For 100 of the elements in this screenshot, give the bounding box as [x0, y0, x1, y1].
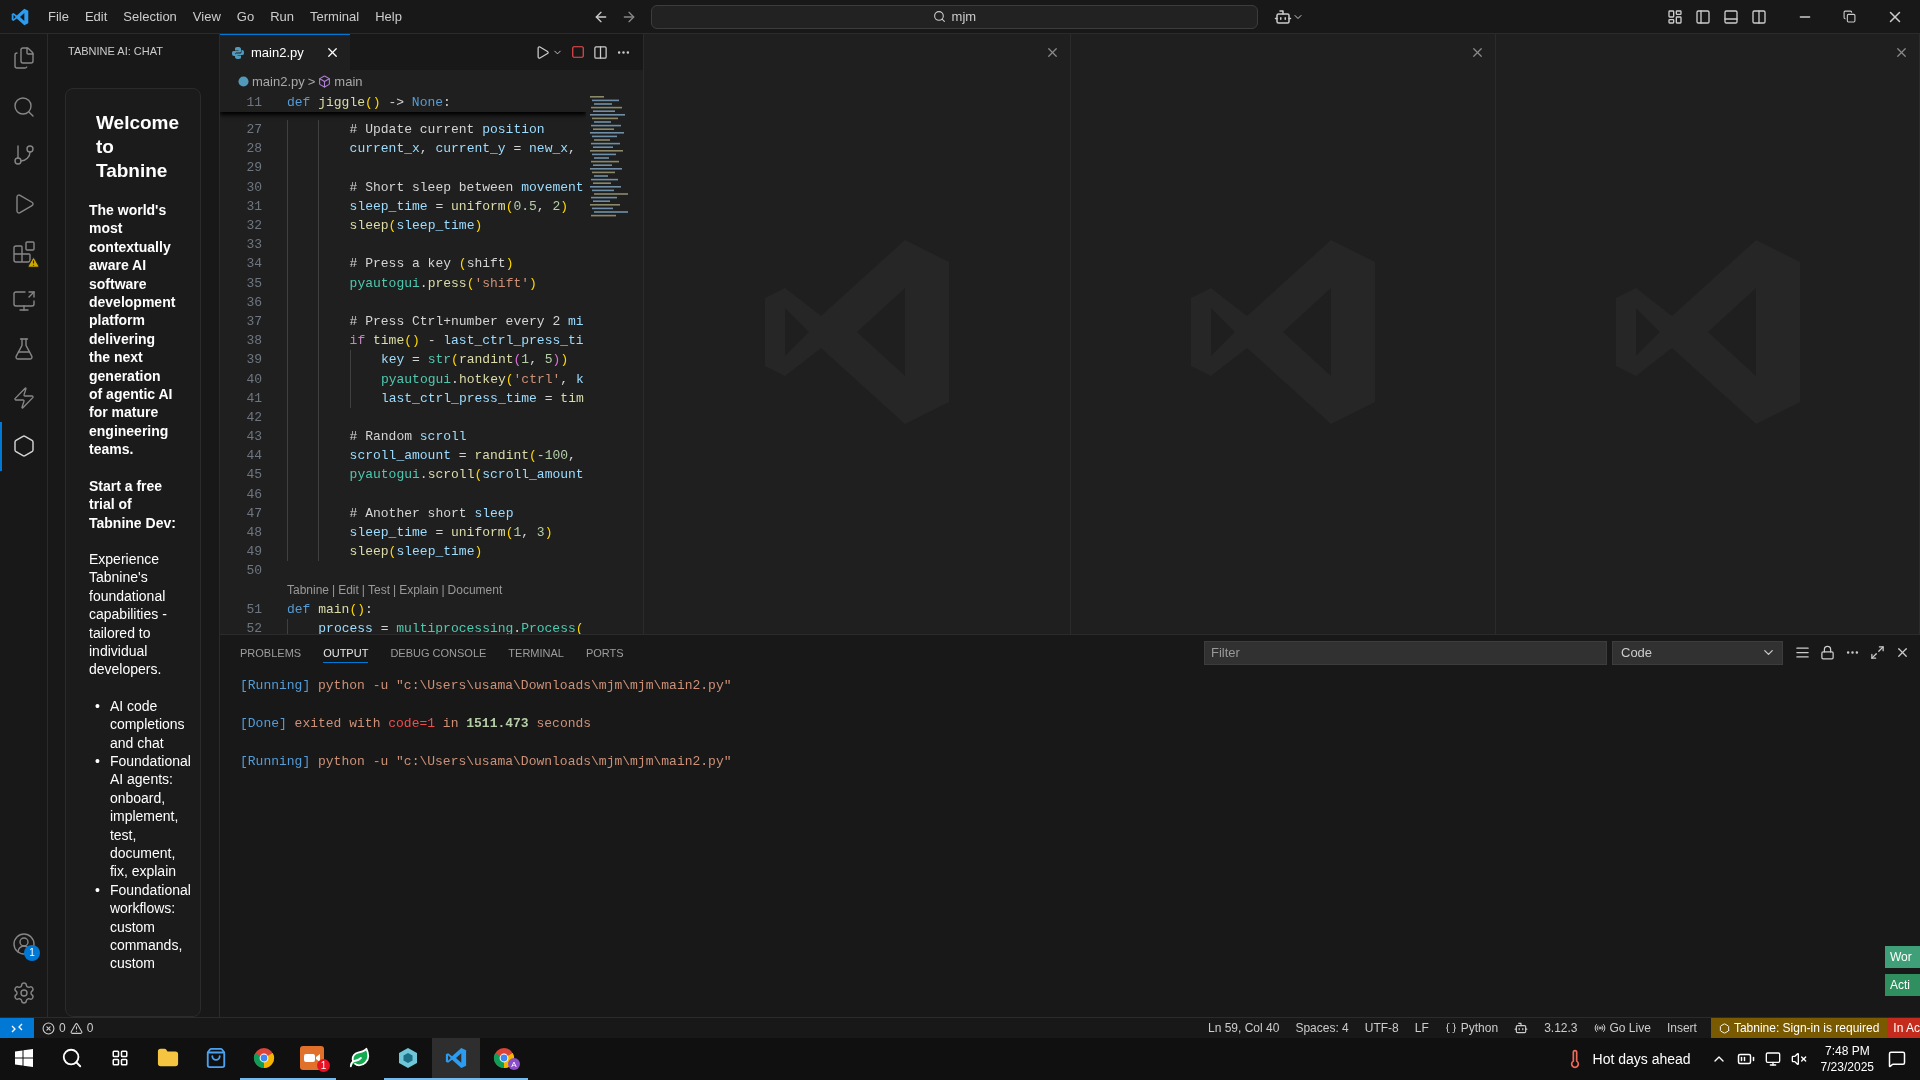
branch-icon [12, 143, 36, 168]
count-badge: 1 [317, 1059, 330, 1072]
warning-icon [69, 1021, 83, 1035]
indent-status[interactable]: Spaces: 4 [1287, 1021, 1357, 1035]
line-number: 38 [245, 333, 262, 349]
output-line: [Running] python -u "c:\Users\usama\Downloads\mjm\mjm\main2.py" [240, 753, 733, 771]
restore-icon[interactable] [1843, 10, 1856, 23]
stop-icon[interactable] [571, 45, 585, 59]
cube-icon [318, 74, 332, 88]
taskbar-app[interactable] [432, 1038, 480, 1080]
menu-item[interactable]: Terminal [302, 9, 368, 24]
lens-separator: | [441, 583, 445, 597]
code-line: def main(): [287, 601, 373, 617]
panel-tab[interactable]: PORTS [585, 642, 624, 663]
account-button[interactable]: 1 [0, 920, 48, 969]
breadcrumb-separator: > [307, 73, 316, 89]
notification-icon[interactable] [1888, 1050, 1906, 1068]
line-number: 42 [245, 409, 262, 425]
panel-tab[interactable]: PROBLEMS [240, 642, 302, 663]
status-item[interactable]: In Ac [1887, 1018, 1920, 1038]
line-number: 31 [245, 198, 262, 214]
windows-icon[interactable] [15, 1049, 33, 1067]
search-field[interactable]: mjm [650, 4, 1258, 29]
layout-icon[interactable] [1667, 8, 1683, 25]
code-line: # Another short sleep [349, 505, 514, 521]
python-icon [232, 46, 244, 59]
description-text: Experience Tabnine's foundational capabilities - tailored to individual developers. [89, 549, 168, 679]
line-number: 11 [245, 94, 262, 110]
run-icon[interactable] [535, 44, 550, 60]
search-icon [932, 10, 946, 23]
files-icon [12, 46, 36, 71]
warning-count: 0 [86, 1021, 94, 1035]
channel-select[interactable]: Code [1612, 640, 1783, 665]
list-icon[interactable] [1795, 645, 1810, 660]
menu-item[interactable]: Edit [76, 9, 116, 24]
line-number: 40 [245, 371, 262, 387]
split-icon[interactable] [1751, 8, 1767, 25]
lock-icon[interactable] [1820, 645, 1835, 660]
breadcrumb-item[interactable]: main2.py [252, 73, 305, 89]
panel-tab[interactable]: DEBUG CONSOLE [390, 642, 487, 663]
feature-item: Foundational workflows: custom commands, custom [109, 880, 192, 973]
line-number: 37 [245, 313, 262, 329]
encoding-status[interactable]: UTF-8 [1356, 1021, 1407, 1035]
language-status[interactable]: Python [1460, 1021, 1499, 1035]
close-icon[interactable] [1895, 645, 1910, 660]
codelens-link[interactable]: Test [368, 583, 390, 597]
robot-icon[interactable] [1273, 7, 1292, 26]
taskbar-app[interactable]: A [480, 1038, 528, 1080]
codelens-link[interactable]: Edit [338, 583, 359, 597]
split-icon[interactable] [593, 44, 608, 60]
breadcrumb-item[interactable]: main [334, 73, 363, 89]
code-line: # Update current position [349, 122, 545, 138]
chrome-icon [253, 1047, 275, 1069]
eol-status[interactable]: LF [1406, 1021, 1437, 1035]
code-line: # Random scroll [349, 429, 467, 445]
mode-status[interactable]: Insert [1658, 1021, 1705, 1035]
menu-item[interactable]: Run [262, 9, 302, 24]
sidebar-toggle-icon[interactable] [1695, 8, 1711, 25]
leaf-icon [349, 1047, 371, 1069]
python-version[interactable]: 3.12.3 [1536, 1021, 1586, 1035]
app-logo [11, 7, 29, 26]
line-number: 46 [245, 486, 262, 502]
chrome-icon [493, 1047, 515, 1069]
codelens-link[interactable]: Tabnine [287, 583, 330, 597]
filter-field[interactable]: Filter [1204, 640, 1607, 665]
clock[interactable]: 7:48 PM 7/23/2025 [1820, 1043, 1874, 1075]
menu-item[interactable]: Go [228, 9, 263, 24]
taskbar-app[interactable]: 1 [288, 1038, 336, 1080]
maximize-icon[interactable] [1870, 645, 1885, 660]
braces-icon [1444, 1022, 1457, 1034]
menu-item[interactable]: Selection [115, 9, 185, 24]
error-icon [42, 1021, 55, 1035]
panel-tab[interactable]: OUTPUT [323, 642, 369, 663]
notification-toast[interactable]: Acti [1885, 974, 1920, 996]
menu-item[interactable]: View [184, 9, 229, 24]
menu-item[interactable]: Help [367, 9, 410, 24]
editor-tab[interactable]: main2.py [220, 34, 350, 70]
tab-label: main2.py [251, 45, 304, 60]
tabnine-status[interactable]: Tabnine: Sign-in is required [1710, 1018, 1888, 1038]
line-number: 47 [245, 505, 262, 521]
bag-icon [205, 1047, 227, 1069]
code-line: last_ctrl_press_time = tim [380, 390, 584, 406]
menu-item[interactable]: File [40, 9, 77, 24]
weather-text[interactable]: Hot days ahead [1592, 1051, 1691, 1067]
problems-status[interactable]: 0 0 [34, 1021, 102, 1035]
network-icon[interactable] [1764, 1051, 1781, 1067]
panel-toggle-icon[interactable] [1723, 8, 1739, 25]
mute-icon[interactable] [1790, 1051, 1807, 1067]
cursor-position[interactable]: Ln 59, Col 40 [1200, 1021, 1288, 1035]
output-line: [Running] python -u "c:\Users\usama\Downloads\mjm\mjm\main2.py" [240, 677, 733, 695]
code-line: pyautogui.hotkey('ctrl', k [380, 371, 584, 387]
code-line: pyautogui.press('shift') [349, 275, 537, 291]
codelens-link[interactable]: Explain [399, 583, 439, 597]
codelens-link[interactable]: Document [447, 583, 503, 597]
close-icon[interactable] [325, 45, 340, 60]
live-server-status[interactable]: Go Live [1609, 1021, 1651, 1035]
profile-badge: A [508, 1058, 520, 1070]
panel-tab[interactable]: TERMINAL [508, 642, 564, 663]
search-text: mjm [951, 9, 977, 24]
robot-icon[interactable] [1514, 1021, 1529, 1035]
